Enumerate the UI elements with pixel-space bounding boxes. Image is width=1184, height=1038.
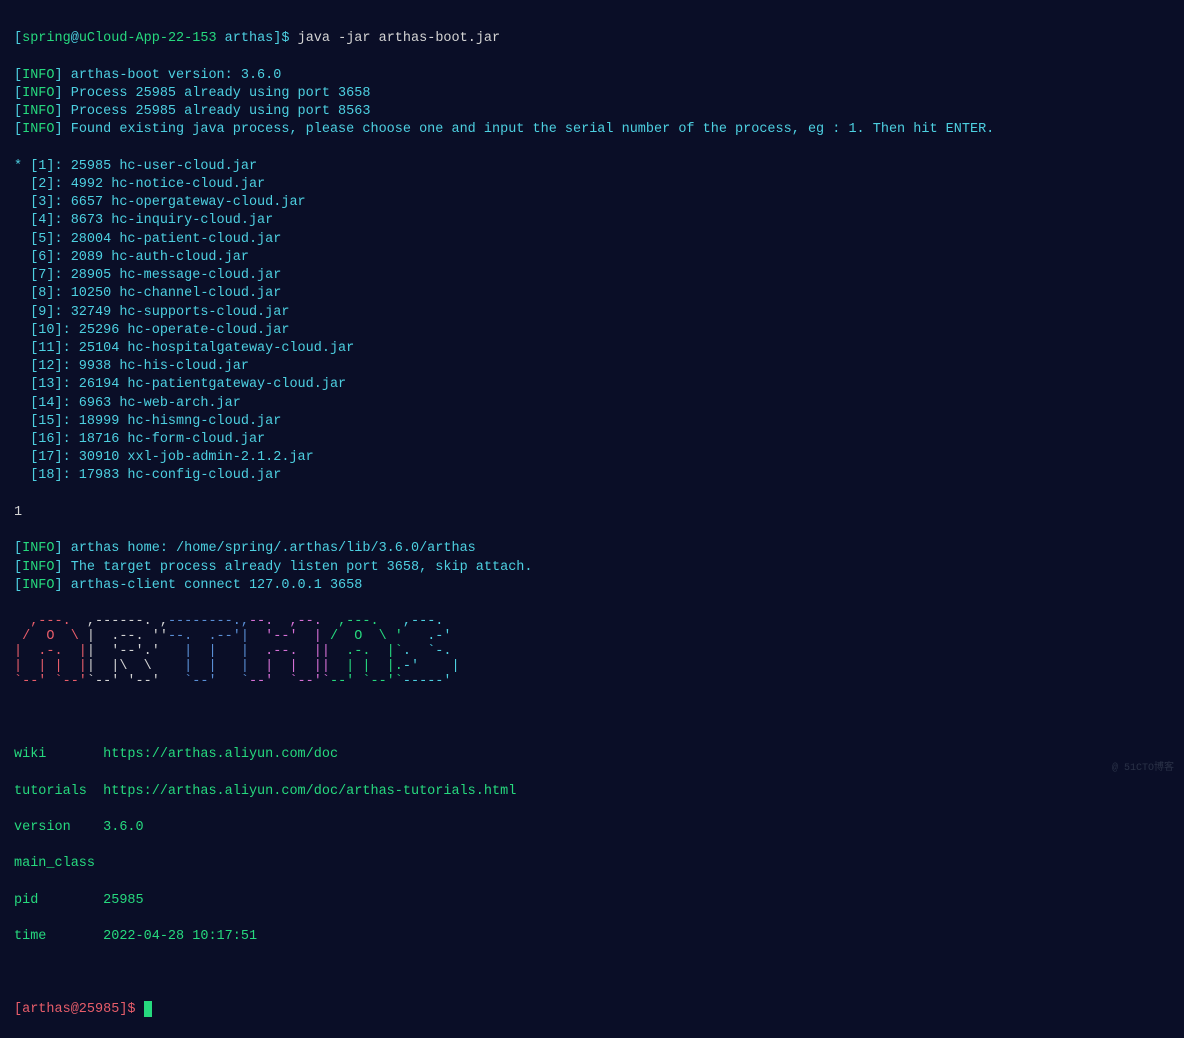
version-line: version 3.6.0: [14, 819, 1170, 837]
cursor-icon: [144, 1001, 152, 1017]
main-class-line: main_class: [14, 855, 1170, 873]
terminal-output[interactable]: [spring@uCloud-App-22-153 arthas]$ java …: [14, 12, 1170, 1038]
process-item: [11]: 25104 hc-hospitalgateway-cloud.jar: [14, 340, 1170, 358]
info-line: [INFO] Process 25985 already using port …: [14, 85, 1170, 103]
process-item: [4]: 8673 hc-inquiry-cloud.jar: [14, 212, 1170, 230]
watermark: @ 51CTO博客: [1112, 762, 1174, 776]
tutorials-line: tutorials https://arthas.aliyun.com/doc/…: [14, 783, 1170, 801]
process-item: [12]: 9938 hc-his-cloud.jar: [14, 358, 1170, 376]
command-line: [spring@uCloud-App-22-153 arthas]$ java …: [14, 30, 1170, 48]
process-item: * [1]: 25985 hc-user-cloud.jar: [14, 158, 1170, 176]
process-item: [14]: 6963 hc-web-arch.jar: [14, 395, 1170, 413]
process-item: [16]: 18716 hc-form-cloud.jar: [14, 431, 1170, 449]
process-item: [3]: 6657 hc-opergateway-cloud.jar: [14, 194, 1170, 212]
arthas-ascii-logo: ,---. ,------. ,--------.,--. ,--. ,---.…: [14, 615, 1170, 689]
process-item: [9]: 32749 hc-supports-cloud.jar: [14, 304, 1170, 322]
process-item: [5]: 28004 hc-patient-cloud.jar: [14, 231, 1170, 249]
process-item: [15]: 18999 hc-hismng-cloud.jar: [14, 413, 1170, 431]
info-line: [INFO] The target process already listen…: [14, 559, 1170, 577]
info-block: [INFO] arthas-boot version: 3.6.0[INFO] …: [14, 67, 1170, 140]
time-line: time 2022-04-28 10:17:51: [14, 928, 1170, 946]
process-list: * [1]: 25985 hc-user-cloud.jar [2]: 4992…: [14, 158, 1170, 486]
arthas-prompt[interactable]: [arthas@25985]$: [14, 1001, 1170, 1019]
process-item: [17]: 30910 xxl-job-admin-2.1.2.jar: [14, 449, 1170, 467]
post-info-block: [INFO] arthas home: /home/spring/.arthas…: [14, 540, 1170, 595]
process-item: [18]: 17983 hc-config-cloud.jar: [14, 467, 1170, 485]
info-line: [INFO] arthas-boot version: 3.6.0: [14, 67, 1170, 85]
process-item: [6]: 2089 hc-auth-cloud.jar: [14, 249, 1170, 267]
info-line: [INFO] arthas home: /home/spring/.arthas…: [14, 540, 1170, 558]
process-item: [10]: 25296 hc-operate-cloud.jar: [14, 322, 1170, 340]
info-line: [INFO] arthas-client connect 127.0.0.1 3…: [14, 577, 1170, 595]
info-line: [INFO] Found existing java process, plea…: [14, 121, 1170, 139]
empty-line: [14, 710, 1170, 728]
wiki-line: wiki https://arthas.aliyun.com/doc: [14, 746, 1170, 764]
process-item: [13]: 26194 hc-patientgateway-cloud.jar: [14, 376, 1170, 394]
process-item: [8]: 10250 hc-channel-cloud.jar: [14, 285, 1170, 303]
pid-line: pid 25985: [14, 892, 1170, 910]
info-line: [INFO] Process 25985 already using port …: [14, 103, 1170, 121]
process-item: [2]: 4992 hc-notice-cloud.jar: [14, 176, 1170, 194]
empty-line: [14, 965, 1170, 983]
process-item: [7]: 28905 hc-message-cloud.jar: [14, 267, 1170, 285]
user-input: 1: [14, 504, 1170, 522]
